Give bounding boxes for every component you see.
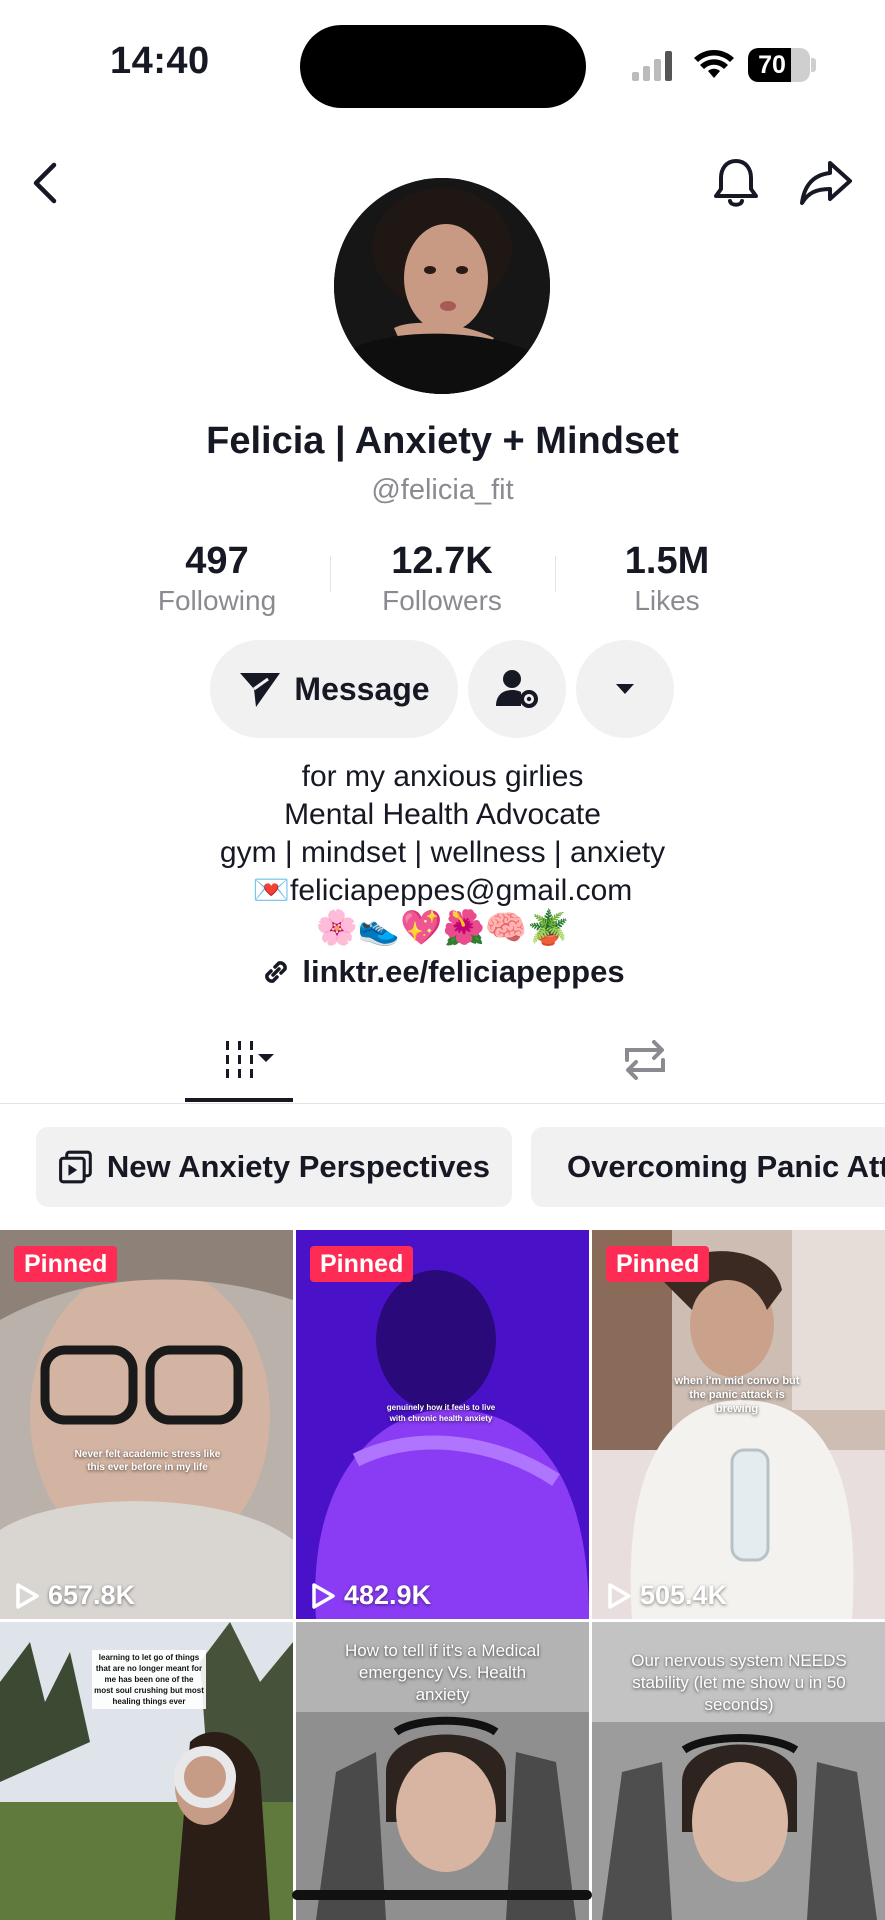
video-thumbnail[interactable]: Pinned Never felt academic stress like t… <box>0 1230 293 1619</box>
bio-line: Mental Health Advocate <box>284 798 601 831</box>
link-icon <box>265 961 288 983</box>
view-count-value: 482.9K <box>344 1580 432 1610</box>
bio-line: gym | mindset | wellness | anxiety <box>219 836 666 869</box>
view-count-value: 657.8K <box>48 1580 136 1610</box>
stat-value: 497 <box>185 540 249 582</box>
bio-link-text: linktr.ee/feliciapeppes <box>302 954 625 989</box>
view-count: 657.8K <box>14 1580 135 1611</box>
playlist-title: New Anxiety Perspectives <box>106 1149 490 1184</box>
view-count-value: 505.4K <box>640 1580 728 1610</box>
view-count: 505.4K <box>606 1580 727 1611</box>
username-handle: @felicia_fit <box>371 474 514 506</box>
share-arrow-icon <box>800 161 852 205</box>
tab-reposts[interactable] <box>595 1030 695 1090</box>
stat-label: Likes <box>634 585 700 616</box>
grid-icon <box>226 1041 274 1078</box>
stat-label: Followers <box>382 585 502 616</box>
playlist-title: Overcoming Panic Attacks <box>567 1149 885 1184</box>
chevron-left-icon <box>33 162 57 204</box>
repost-icon <box>625 1040 665 1080</box>
stat-divider <box>330 556 331 592</box>
video-thumbnail[interactable]: learning to let go of things that are no… <box>0 1622 293 1920</box>
video-thumbnail[interactable]: Pinned genuinely how it feels to live wi… <box>296 1230 589 1619</box>
stat-value: 1.5M <box>624 540 710 582</box>
bio-emojis: 🌸👟💖🌺🧠🪴 <box>315 908 570 948</box>
back-button[interactable] <box>20 155 70 211</box>
play-icon <box>16 1582 39 1609</box>
video-caption: How to tell if it's a Medical emergency … <box>344 1641 541 1704</box>
message-label: Message <box>294 670 430 707</box>
battery-level: 70 <box>758 51 786 79</box>
stat-label: Following <box>157 585 277 616</box>
video-caption: when i'm mid convo but the panic attack … <box>674 1375 800 1415</box>
tab-videos[interactable] <box>185 1030 293 1090</box>
send-icon <box>240 673 281 707</box>
play-icon <box>312 1582 335 1609</box>
pinned-badge: Pinned <box>310 1246 414 1282</box>
play-icon <box>608 1582 631 1609</box>
bell-icon <box>714 159 758 207</box>
caret-down-icon <box>616 684 634 694</box>
bio-line: for my anxious girlies <box>301 760 584 793</box>
user-settings-icon <box>496 670 538 708</box>
pinned-badge: Pinned <box>606 1246 710 1282</box>
share-button[interactable] <box>795 152 857 214</box>
follow-settings-button[interactable] <box>468 640 566 738</box>
bio-link[interactable]: linktr.ee/feliciapeppes <box>0 954 885 990</box>
signal-icon <box>632 51 672 81</box>
battery-nub <box>811 58 816 72</box>
notifications-button[interactable] <box>705 152 767 214</box>
video-caption: genuinely how it feels to live with chro… <box>386 1403 496 1423</box>
tabs-divider <box>0 1103 885 1104</box>
thumbnail-image <box>0 1230 293 1619</box>
thumbnail-image <box>592 1230 885 1619</box>
playlist-chip[interactable]: New Anxiety Perspectives <box>36 1127 512 1207</box>
stat-value: 12.7K <box>391 540 493 582</box>
stat-likes: 1.5M Likes <box>577 538 757 618</box>
dynamic-island <box>300 25 586 108</box>
thumbnail-image <box>296 1230 589 1619</box>
message-button[interactable]: Message <box>210 640 458 738</box>
avatar[interactable] <box>334 178 550 394</box>
video-thumbnail[interactable]: Our nervous system NEEDS stability (let … <box>592 1622 885 1920</box>
more-dropdown-button[interactable] <box>576 640 674 738</box>
stat-followers[interactable]: 12.7K Followers <box>352 538 532 618</box>
avatar-photo <box>334 178 550 394</box>
active-tab-indicator <box>185 1098 293 1102</box>
stat-following[interactable]: 497 Following <box>127 538 307 618</box>
video-caption: Never felt academic stress like this eve… <box>74 1449 221 1473</box>
battery-indicator: 70 <box>748 48 810 82</box>
home-indicator <box>292 1890 592 1900</box>
wifi-icon <box>694 50 734 78</box>
status-time: 14:40 <box>110 40 210 82</box>
bio-email: 💌feliciapeppes@gmail.com <box>252 874 633 907</box>
stat-divider <box>555 556 556 592</box>
video-caption: Our nervous system NEEDS stability (let … <box>631 1651 847 1714</box>
display-name: Felicia | Anxiety + Mindset <box>206 420 679 462</box>
view-count: 482.9K <box>310 1580 431 1611</box>
video-caption: learning to let go of things that are no… <box>92 1650 206 1709</box>
pinned-badge: Pinned <box>14 1246 118 1282</box>
video-thumbnail[interactable]: How to tell if it's a Medical emergency … <box>296 1622 589 1920</box>
playlist-chip[interactable]: Overcoming Panic Attacks <box>531 1127 885 1207</box>
playlist-icon <box>59 1150 92 1184</box>
video-thumbnail[interactable]: Pinned when i'm mid convo but the panic … <box>592 1230 885 1619</box>
